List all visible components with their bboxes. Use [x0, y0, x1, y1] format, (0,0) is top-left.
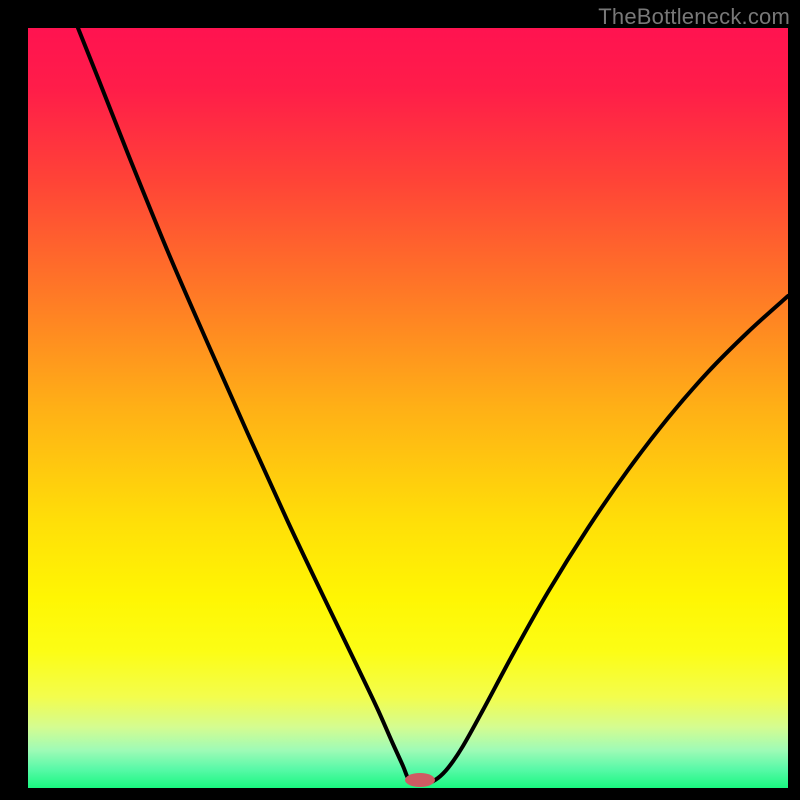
watermark-text: TheBottleneck.com	[598, 4, 790, 30]
optimal-marker	[405, 773, 435, 787]
bottleneck-chart	[28, 28, 788, 788]
plot-area	[28, 28, 788, 788]
chart-frame: TheBottleneck.com	[0, 0, 800, 800]
